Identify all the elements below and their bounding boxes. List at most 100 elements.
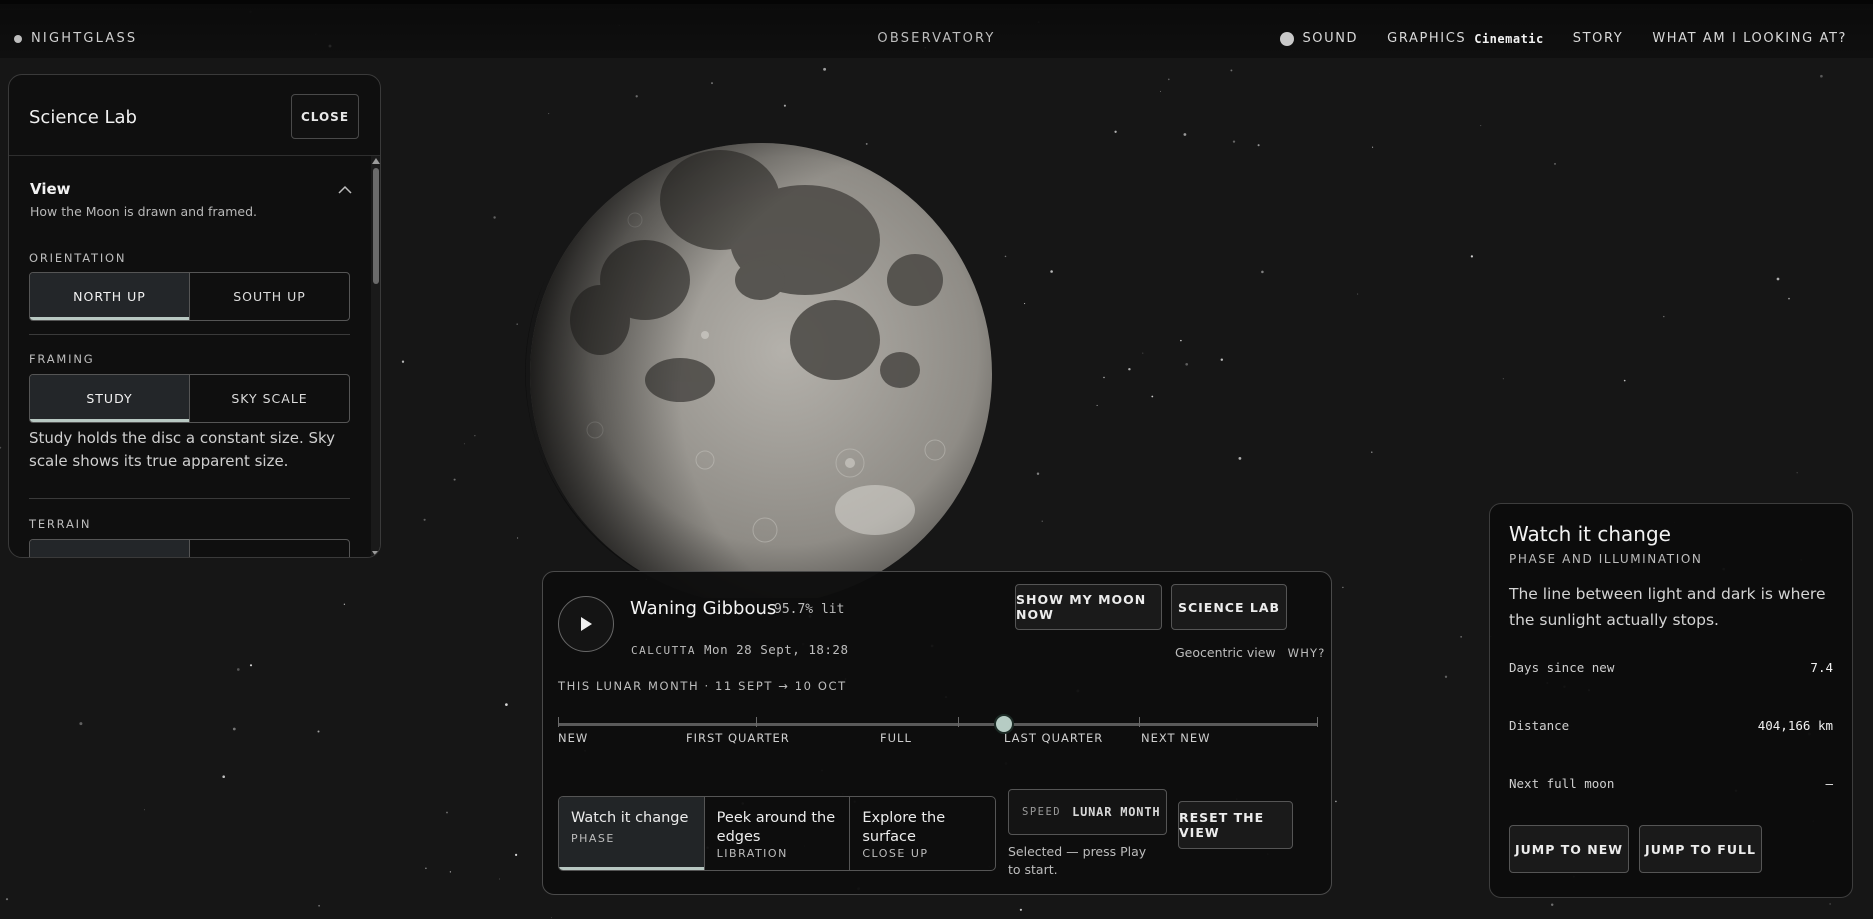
north-up-option[interactable]: NORTH UP [30,273,189,320]
star [1114,130,1117,133]
orientation-toggle: NORTH UP SOUTH UP [29,272,350,321]
star [1502,378,1504,380]
sound-icon [1280,31,1295,46]
graphics-menu[interactable]: GRAPHICS Cinematic [1387,31,1544,46]
star [1470,255,1474,258]
timeline-tick [958,717,959,727]
star [1160,90,1161,92]
mode-explore-surface[interactable]: Explore the surface CLOSE UP [849,797,995,870]
scroll-up-icon[interactable] [372,158,380,164]
star [1036,472,1040,475]
graphics-label: GRAPHICS [1387,31,1467,46]
star [453,478,456,481]
south-up-option[interactable]: SOUTH UP [189,273,349,320]
science-lab-panel: Science Lab CLOSE View How the Moon is d… [8,74,381,558]
star [1342,586,1344,589]
top-bar: NIGHTGLASS OBSERVATORY SOUND GRAPHICS Ci… [0,0,1873,58]
star [548,113,550,115]
story-link[interactable]: STORY [1573,31,1624,46]
mode-sub: PHASE [571,832,615,845]
what-am-i-looking-at-link[interactable]: WHAT AM I LOOKING AT? [1652,31,1847,46]
star [343,603,346,605]
sky-scale-option[interactable]: SKY SCALE [189,375,349,422]
geocentric-info: Geocentric view WHY? [1175,645,1326,660]
scroll-thumb[interactable] [373,168,379,284]
science-lab-button[interactable]: SCIENCE LAB [1171,584,1287,630]
view-section-title[interactable]: View [30,180,71,198]
geocentric-label: Geocentric view [1175,645,1276,660]
star [1142,352,1144,354]
playback-panel: Waning Gibbous 95.7% lit CALCUTTA Mon 28… [542,571,1332,895]
timeline-track[interactable] [558,723,1317,726]
star [317,730,320,733]
science-lab-title: Science Lab [29,107,137,128]
star [1372,146,1374,148]
show-my-moon-now-button[interactable]: SHOW MY MOON NOW [1015,584,1162,630]
star [0,446,2,449]
mode-name: Peek around the edges [716,810,836,845]
moon[interactable] [505,130,993,598]
lunar-timeline[interactable]: NEW FIRST QUARTER FULL LAST QUARTER NEXT… [558,712,1318,762]
star [1261,270,1264,274]
jump-to-full-button[interactable]: JUMP TO FULL [1639,825,1762,873]
card-title: Watch it change [1509,522,1671,546]
terrain-option-2[interactable] [189,540,349,557]
star [1371,451,1373,453]
play-button[interactable] [558,596,614,652]
star [505,703,508,706]
star [1820,74,1823,78]
stat-label: Distance [1509,718,1570,733]
sound-label: SOUND [1302,31,1359,46]
divider [29,334,350,335]
timeline-knob[interactable] [993,714,1014,734]
timeline-label-first-quarter: FIRST QUARTER [686,731,790,745]
view-section-subtitle: How the Moon is drawn and framed. [30,204,257,219]
star [1357,293,1359,295]
sound-toggle[interactable]: SOUND [1280,31,1358,46]
mode-watch-it-change[interactable]: Watch it change PHASE [559,797,704,870]
why-link[interactable]: WHY? [1288,646,1326,660]
star [446,811,448,814]
star [515,853,518,857]
scroll-down-icon[interactable] [372,551,380,557]
stat-row-days-since-new: Days since new 7.4 [1509,660,1833,675]
star [1829,903,1831,905]
star [1663,315,1665,318]
star [493,216,496,219]
speed-value: LUNAR MONTH [1072,805,1161,819]
timeline-label-new: NEW [558,731,589,745]
stat-value: 7.4 [1810,660,1833,675]
lunar-month-label: THIS LUNAR MONTH · 11 SEPT → 10 OCT [558,679,847,693]
mode-peek-around-edges[interactable]: Peek around the edges LIBRATION [703,797,850,870]
chevron-up-icon[interactable] [337,182,353,198]
panel-scrollbar[interactable] [371,156,380,557]
star [423,518,426,521]
science-lab-body: View How the Moon is drawn and framed. O… [9,156,371,557]
star [1024,303,1026,305]
graphics-value: Cinematic [1474,31,1544,46]
reset-view-button[interactable]: RESET THE VIEW [1178,801,1293,849]
stat-row-distance: Distance 404,166 km [1509,718,1833,733]
terrain-option-1[interactable] [30,540,189,557]
framing-toggle: STUDY SKY SCALE [29,374,350,423]
star [1788,297,1790,300]
star [318,904,320,907]
star [1238,457,1242,460]
star [1220,358,1224,361]
star [463,443,465,445]
close-button[interactable]: CLOSE [291,94,359,139]
stat-value: 404,166 km [1757,718,1833,733]
study-option[interactable]: STUDY [30,375,189,422]
jump-to-new-button[interactable]: JUMP TO NEW [1509,825,1629,873]
star [1623,379,1626,382]
star [401,360,405,363]
star [1230,69,1233,72]
star [425,867,427,870]
framing-help-text: Study holds the disc a constant size. Sk… [29,429,336,470]
star [1185,362,1189,366]
speed-selector[interactable]: SPEED LUNAR MONTH [1008,789,1167,835]
star [1550,903,1554,906]
star [1257,144,1260,147]
star [144,809,145,811]
location-time: CALCUTTA Mon 28 Sept, 18:28 [631,642,848,657]
